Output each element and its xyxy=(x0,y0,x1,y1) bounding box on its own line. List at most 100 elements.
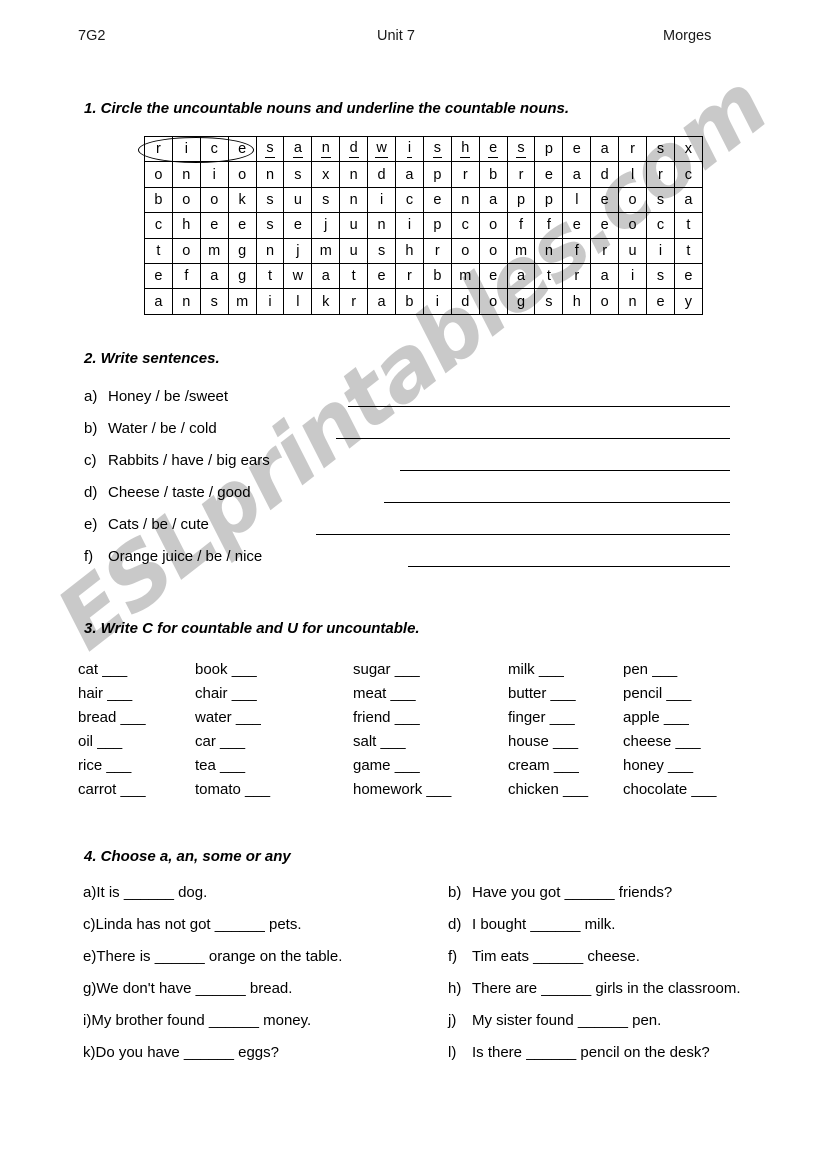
word-label: game xyxy=(353,757,395,774)
answer-write-line[interactable] xyxy=(384,502,730,503)
word-with-blank[interactable]: rice ___ xyxy=(78,754,146,778)
article-exercise-item[interactable]: b) Have you got ______ friends? xyxy=(448,884,672,901)
answer-blank[interactable]: ______ xyxy=(578,1012,628,1029)
answer-blank[interactable]: ___ xyxy=(676,733,701,750)
answer-blank[interactable]: ______ xyxy=(526,1044,576,1061)
answer-blank[interactable]: ___ xyxy=(668,757,693,774)
word-with-blank[interactable]: apple ___ xyxy=(623,706,716,730)
answer-blank[interactable]: ___ xyxy=(232,685,257,702)
word-with-blank[interactable]: bread ___ xyxy=(78,706,146,730)
answer-blank[interactable]: ___ xyxy=(395,757,420,774)
answer-blank[interactable]: ___ xyxy=(107,685,132,702)
answer-blank[interactable]: ______ xyxy=(209,1012,259,1029)
word-with-blank[interactable]: tomato ___ xyxy=(195,778,270,802)
answer-blank[interactable]: ___ xyxy=(563,781,588,798)
answer-write-line[interactable] xyxy=(336,438,730,439)
word-with-blank[interactable]: chair ___ xyxy=(195,682,270,706)
word-with-blank[interactable]: cat ___ xyxy=(78,658,146,682)
answer-blank[interactable]: ______ xyxy=(155,948,205,965)
word-with-blank[interactable]: chicken ___ xyxy=(508,778,588,802)
article-exercise-item[interactable]: d) I bought ______ milk. xyxy=(448,916,615,933)
answer-blank[interactable]: ___ xyxy=(550,709,575,726)
answer-blank[interactable]: ___ xyxy=(691,781,716,798)
word-with-blank[interactable]: house ___ xyxy=(508,730,588,754)
word-with-blank[interactable]: sugar ___ xyxy=(353,658,451,682)
answer-blank[interactable]: ___ xyxy=(551,685,576,702)
word-with-blank[interactable]: oil ___ xyxy=(78,730,146,754)
word-with-blank[interactable]: honey ___ xyxy=(623,754,716,778)
word-search-grid: ricesandwishespearsxonionsxndaprbreadlrc… xyxy=(144,135,703,315)
answer-blank[interactable]: ___ xyxy=(553,733,578,750)
answer-blank[interactable]: ___ xyxy=(395,661,420,678)
answer-blank[interactable]: ______ xyxy=(533,948,583,965)
word-with-blank[interactable]: game ___ xyxy=(353,754,451,778)
answer-blank[interactable]: ___ xyxy=(391,685,416,702)
word-grid-cell: e xyxy=(646,288,675,315)
answer-blank[interactable]: ___ xyxy=(220,733,245,750)
answer-blank[interactable]: ______ xyxy=(565,884,615,901)
answer-write-line[interactable] xyxy=(408,566,730,567)
answer-blank[interactable]: ___ xyxy=(539,661,564,678)
article-exercise-item[interactable]: a) It is ______ dog. xyxy=(83,884,207,901)
word-with-blank[interactable]: book ___ xyxy=(195,658,270,682)
answer-blank[interactable]: ___ xyxy=(97,733,122,750)
word-with-blank[interactable]: salt ___ xyxy=(353,730,451,754)
article-exercise-item[interactable]: h) There are ______ girls in the classro… xyxy=(448,980,740,997)
answer-blank[interactable]: ___ xyxy=(381,733,406,750)
answer-blank[interactable]: ___ xyxy=(121,781,146,798)
article-exercise-item[interactable]: i) My brother found ______ money. xyxy=(83,1012,311,1029)
word-with-blank[interactable]: hair ___ xyxy=(78,682,146,706)
answer-blank[interactable]: ___ xyxy=(232,661,257,678)
word-grid-cell: e xyxy=(227,212,257,239)
answer-blank[interactable]: ___ xyxy=(245,781,270,798)
article-exercise-item[interactable]: f) Tim eats ______ cheese. xyxy=(448,948,640,965)
word-with-blank[interactable]: homework ___ xyxy=(353,778,451,802)
section-3-heading: 3. Write C for countable and U for uncou… xyxy=(84,620,420,637)
word-grid-cell: r xyxy=(646,161,675,188)
answer-blank[interactable]: ___ xyxy=(220,757,245,774)
word-grid-cell: g xyxy=(506,288,536,315)
word-with-blank[interactable]: meat ___ xyxy=(353,682,451,706)
word-with-blank[interactable]: pen ___ xyxy=(623,658,716,682)
word-with-blank[interactable]: pencil ___ xyxy=(623,682,716,706)
article-exercise-item[interactable]: e) There is ______ orange on the table. xyxy=(83,948,342,965)
answer-blank[interactable]: ______ xyxy=(124,884,174,901)
article-exercise-item[interactable]: k) Do you have ______ eggs? xyxy=(83,1044,279,1061)
answer-blank[interactable]: ______ xyxy=(196,980,246,997)
answer-blank[interactable]: ___ xyxy=(664,709,689,726)
answer-write-line[interactable] xyxy=(400,470,730,471)
answer-write-line[interactable] xyxy=(348,406,730,407)
answer-blank[interactable]: ___ xyxy=(426,781,451,798)
word-with-blank[interactable]: carrot ___ xyxy=(78,778,146,802)
word-with-blank[interactable]: finger ___ xyxy=(508,706,588,730)
answer-blank[interactable]: ___ xyxy=(102,661,127,678)
answer-blank[interactable]: ______ xyxy=(530,916,580,933)
word-with-blank[interactable]: chocolate ___ xyxy=(623,778,716,802)
word-with-blank[interactable]: butter ___ xyxy=(508,682,588,706)
sentence-text-after-blank: girls in the classroom. xyxy=(591,980,741,997)
word-with-blank[interactable]: tea ___ xyxy=(195,754,270,778)
answer-blank[interactable]: ___ xyxy=(121,709,146,726)
word-grid-cell: t xyxy=(144,237,173,264)
word-label: rice xyxy=(78,757,107,774)
word-with-blank[interactable]: cheese ___ xyxy=(623,730,716,754)
word-with-blank[interactable]: car ___ xyxy=(195,730,270,754)
answer-blank[interactable]: ___ xyxy=(236,709,261,726)
answer-blank[interactable]: ______ xyxy=(215,916,265,933)
answer-blank[interactable]: ___ xyxy=(554,757,579,774)
answer-blank[interactable]: ___ xyxy=(395,709,420,726)
answer-blank[interactable]: ___ xyxy=(666,685,691,702)
article-exercise-item[interactable]: l) Is there ______ pencil on the desk? xyxy=(448,1044,710,1061)
word-with-blank[interactable]: friend ___ xyxy=(353,706,451,730)
article-exercise-item[interactable]: j) My sister found ______ pen. xyxy=(448,1012,661,1029)
answer-blank[interactable]: ______ xyxy=(541,980,591,997)
answer-blank[interactable]: ___ xyxy=(652,661,677,678)
word-with-blank[interactable]: cream ___ xyxy=(508,754,588,778)
word-with-blank[interactable]: milk ___ xyxy=(508,658,588,682)
word-with-blank[interactable]: water ___ xyxy=(195,706,270,730)
article-exercise-item[interactable]: g) We don't have ______ bread. xyxy=(83,980,292,997)
article-exercise-item[interactable]: c) Linda has not got ______ pets. xyxy=(83,916,302,933)
answer-write-line[interactable] xyxy=(316,534,730,535)
answer-blank[interactable]: ___ xyxy=(106,757,131,774)
answer-blank[interactable]: ______ xyxy=(184,1044,234,1061)
